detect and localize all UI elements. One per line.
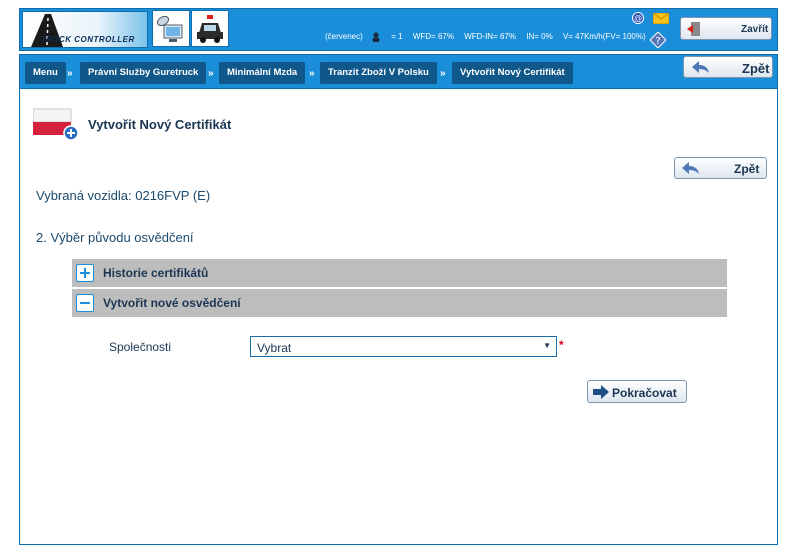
continue-button[interactable]: Pokračovat: [587, 380, 687, 403]
help-icon[interactable]: ?: [650, 32, 666, 48]
back-arrow-icon: [692, 61, 709, 73]
status-wfd-in: WFD-IN= 67%: [464, 32, 516, 42]
police-car-button[interactable]: [191, 10, 229, 47]
status-speed: V= 47Km/h(FV= 100%): [562, 32, 646, 42]
status-line: (červenec) = 1 WFD= 67% WFD-IN= 67% IN= …: [325, 32, 646, 42]
breadcrumb-separator: »: [67, 68, 73, 79]
breadcrumb-separator: »: [309, 68, 315, 79]
company-select-value: Vybrat: [257, 341, 292, 355]
status-persons: = 1: [391, 32, 403, 42]
minus-icon: [76, 294, 94, 312]
step-title: 2. Výběr původu osvědčení: [36, 230, 194, 245]
back-button[interactable]: Zpět: [674, 157, 767, 179]
main-content: Vytvořit Nový Certifikát Zpět Vybraná vo…: [19, 89, 778, 545]
at-icon[interactable]: @: [632, 12, 644, 24]
app-header: TRUCK CONTROLLER (červenec) = 1 WFD= 67%…: [19, 8, 778, 51]
company-label: Společnosti: [109, 340, 172, 354]
breadcrumb-separator: »: [440, 68, 446, 79]
accordion-label-history: Historie certifikátů: [103, 266, 209, 280]
police-car-icon: [197, 15, 223, 43]
satellite-computer-button[interactable]: [152, 10, 190, 47]
satellite-computer-icon: [156, 15, 183, 42]
poland-flag-add-icon: [33, 108, 79, 141]
breadcrumb: Menu » Právní Služby Guretruck » Minimál…: [19, 54, 778, 89]
person-icon: [372, 32, 380, 42]
logo-text: TRUCK CONTROLLER: [41, 35, 135, 44]
exit-door-icon: [687, 22, 700, 36]
accordion-label-create: Vytvořit nové osvědčení: [103, 296, 241, 310]
breadcrumb-item-create-certificate[interactable]: Vytvořit Nový Certifikát: [452, 62, 573, 84]
chevron-down-icon: ▼: [543, 341, 551, 350]
back-button-top[interactable]: Zpět: [683, 56, 773, 78]
close-button[interactable]: Zavřít: [680, 17, 772, 40]
forward-arrow-icon: [593, 385, 609, 399]
close-label: Zavřít: [741, 24, 769, 35]
selected-vehicle-text: Vybraná vozidla: 0216FVP (E): [36, 188, 211, 203]
status-month: (červenec): [325, 32, 363, 42]
accordion-create-new-certificate[interactable]: Vytvořit nové osvědčení: [72, 289, 727, 317]
status-in: IN= 0%: [526, 32, 553, 42]
back-label-top: Zpět: [742, 61, 770, 76]
help-symbol: ?: [655, 36, 660, 47]
breadcrumb-separator: »: [208, 68, 214, 79]
breadcrumb-item-legal-services[interactable]: Právní Služby Guretruck: [80, 62, 207, 84]
plus-icon: [76, 264, 94, 282]
breadcrumb-item-menu[interactable]: Menu: [25, 62, 66, 84]
back-arrow-icon: [682, 162, 699, 174]
status-wfd: WFD= 67%: [412, 32, 454, 42]
continue-label: Pokračovat: [612, 386, 677, 400]
accordion-certificate-history[interactable]: Historie certifikátů: [72, 259, 727, 287]
required-mark: *: [559, 338, 564, 352]
mail-icon[interactable]: [653, 13, 669, 24]
truck-controller-logo[interactable]: TRUCK CONTROLLER: [22, 11, 148, 48]
breadcrumb-item-minimum-wage[interactable]: Minimální Mzda: [219, 62, 306, 84]
back-label: Zpět: [734, 162, 760, 176]
breadcrumb-item-goods-transit[interactable]: Tranzit Zboží V Polsku: [320, 62, 437, 84]
company-select[interactable]: Vybrat ▼: [250, 336, 557, 357]
page-title: Vytvořit Nový Certifikát: [88, 117, 232, 132]
